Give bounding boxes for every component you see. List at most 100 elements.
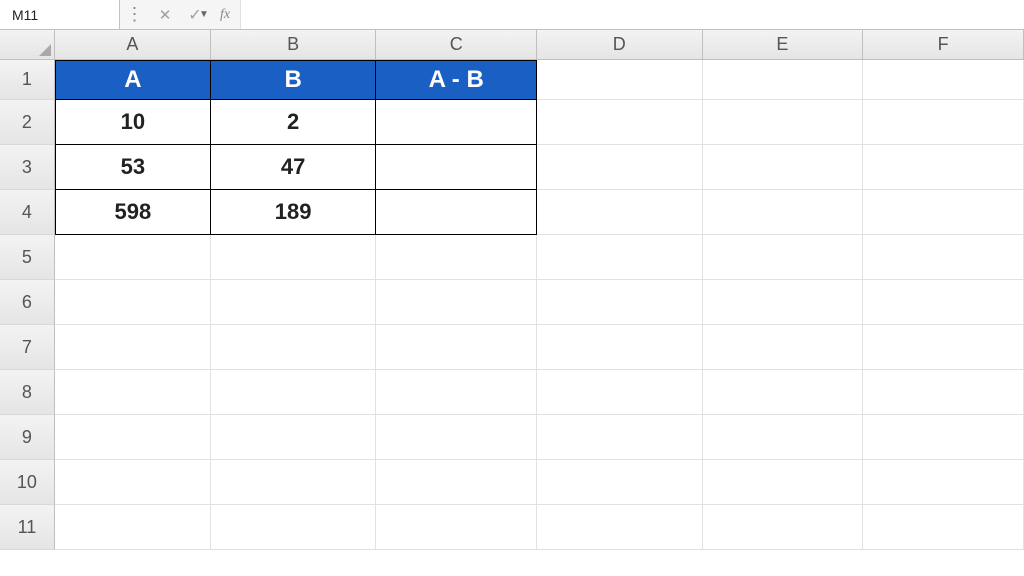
cell-B5[interactable] (211, 235, 376, 280)
cell-D5[interactable] (537, 235, 702, 280)
cell-D8[interactable] (537, 370, 702, 415)
row-7: 7 (0, 325, 1024, 370)
col-header-C[interactable]: C (376, 30, 537, 60)
cell-E9[interactable] (703, 415, 864, 460)
cell-B4[interactable]: 189 (211, 190, 376, 235)
select-all-corner[interactable] (0, 30, 55, 60)
row-header-6[interactable]: 6 (0, 280, 55, 325)
cell-F9[interactable] (863, 415, 1024, 460)
cell-B8[interactable] (211, 370, 376, 415)
row-2: 2 10 2 (0, 100, 1024, 145)
col-header-B[interactable]: B (211, 30, 376, 60)
cell-E6[interactable] (703, 280, 864, 325)
cell-F5[interactable] (863, 235, 1024, 280)
cell-C7[interactable] (376, 325, 537, 370)
formula-input[interactable] (241, 0, 1024, 29)
cell-C11[interactable] (376, 505, 537, 550)
cell-C10[interactable] (376, 460, 537, 505)
row-header-3[interactable]: 3 (0, 145, 55, 190)
row-1: 1 A B A - B (0, 60, 1024, 100)
cell-F11[interactable] (863, 505, 1024, 550)
column-header-row: A B C D E F (0, 30, 1024, 60)
cell-B10[interactable] (211, 460, 376, 505)
name-box-container[interactable]: ▼ (0, 0, 120, 29)
row-9: 9 (0, 415, 1024, 460)
row-header-4[interactable]: 4 (0, 190, 55, 235)
row-11: 11 (0, 505, 1024, 550)
cell-E1[interactable] (703, 60, 864, 100)
row-header-9[interactable]: 9 (0, 415, 55, 460)
row-header-2[interactable]: 2 (0, 100, 55, 145)
cell-F8[interactable] (863, 370, 1024, 415)
cell-E8[interactable] (703, 370, 864, 415)
cell-A4[interactable]: 598 (55, 190, 211, 235)
row-header-1[interactable]: 1 (0, 60, 55, 100)
col-header-D[interactable]: D (537, 30, 702, 60)
cell-B11[interactable] (211, 505, 376, 550)
row-header-11[interactable]: 11 (0, 505, 55, 550)
cell-C9[interactable] (376, 415, 537, 460)
cell-D6[interactable] (537, 280, 702, 325)
cell-B2[interactable]: 2 (211, 100, 376, 145)
cell-F1[interactable] (863, 60, 1024, 100)
cell-F2[interactable] (863, 100, 1024, 145)
cell-E7[interactable] (703, 325, 864, 370)
cell-F7[interactable] (863, 325, 1024, 370)
col-header-E[interactable]: E (703, 30, 864, 60)
cell-D4[interactable] (537, 190, 702, 235)
cell-C8[interactable] (376, 370, 537, 415)
cell-A11[interactable] (55, 505, 211, 550)
cell-F3[interactable] (863, 145, 1024, 190)
cell-D3[interactable] (537, 145, 702, 190)
row-header-8[interactable]: 8 (0, 370, 55, 415)
cell-D2[interactable] (537, 100, 702, 145)
row-4: 4 598 189 (0, 190, 1024, 235)
row-header-10[interactable]: 10 (0, 460, 55, 505)
cell-A6[interactable] (55, 280, 211, 325)
cell-E10[interactable] (703, 460, 864, 505)
cell-A9[interactable] (55, 415, 211, 460)
col-header-A[interactable]: A (55, 30, 211, 60)
cell-D9[interactable] (537, 415, 702, 460)
col-header-F[interactable]: F (863, 30, 1024, 60)
cell-C6[interactable] (376, 280, 537, 325)
cell-C3[interactable] (376, 145, 537, 190)
cell-F6[interactable] (863, 280, 1024, 325)
row-header-5[interactable]: 5 (0, 235, 55, 280)
cell-E4[interactable] (703, 190, 864, 235)
cell-A10[interactable] (55, 460, 211, 505)
cell-B6[interactable] (211, 280, 376, 325)
cell-A3[interactable]: 53 (55, 145, 211, 190)
cell-D11[interactable] (537, 505, 702, 550)
cell-F10[interactable] (863, 460, 1024, 505)
cell-C2[interactable] (376, 100, 537, 145)
cell-C4[interactable] (376, 190, 537, 235)
cell-B7[interactable] (211, 325, 376, 370)
cell-A7[interactable] (55, 325, 211, 370)
cell-F4[interactable] (863, 190, 1024, 235)
cell-C1[interactable]: A - B (376, 60, 537, 100)
row-header-7[interactable]: 7 (0, 325, 55, 370)
cell-D7[interactable] (537, 325, 702, 370)
cell-E11[interactable] (703, 505, 864, 550)
row-10: 10 (0, 460, 1024, 505)
row-5: 5 (0, 235, 1024, 280)
cell-D1[interactable] (537, 60, 702, 100)
cell-E5[interactable] (703, 235, 864, 280)
row-3: 3 53 47 (0, 145, 1024, 190)
spreadsheet-grid[interactable]: A B C D E F 1 A B A - B 2 10 2 (0, 30, 1024, 576)
cell-E3[interactable] (703, 145, 864, 190)
fx-icon[interactable]: fx (210, 0, 240, 30)
cell-A2[interactable]: 10 (55, 100, 211, 145)
cell-D10[interactable] (537, 460, 702, 505)
name-box-dropdown-icon[interactable]: ▼ (195, 9, 213, 20)
cell-C5[interactable] (376, 235, 537, 280)
cell-B9[interactable] (211, 415, 376, 460)
cell-A1[interactable]: A (55, 60, 211, 100)
cell-A8[interactable] (55, 370, 211, 415)
cell-B1[interactable]: B (211, 60, 376, 100)
name-box-input[interactable] (10, 6, 195, 24)
cell-A5[interactable] (55, 235, 211, 280)
cell-E2[interactable] (703, 100, 864, 145)
cell-B3[interactable]: 47 (211, 145, 376, 190)
